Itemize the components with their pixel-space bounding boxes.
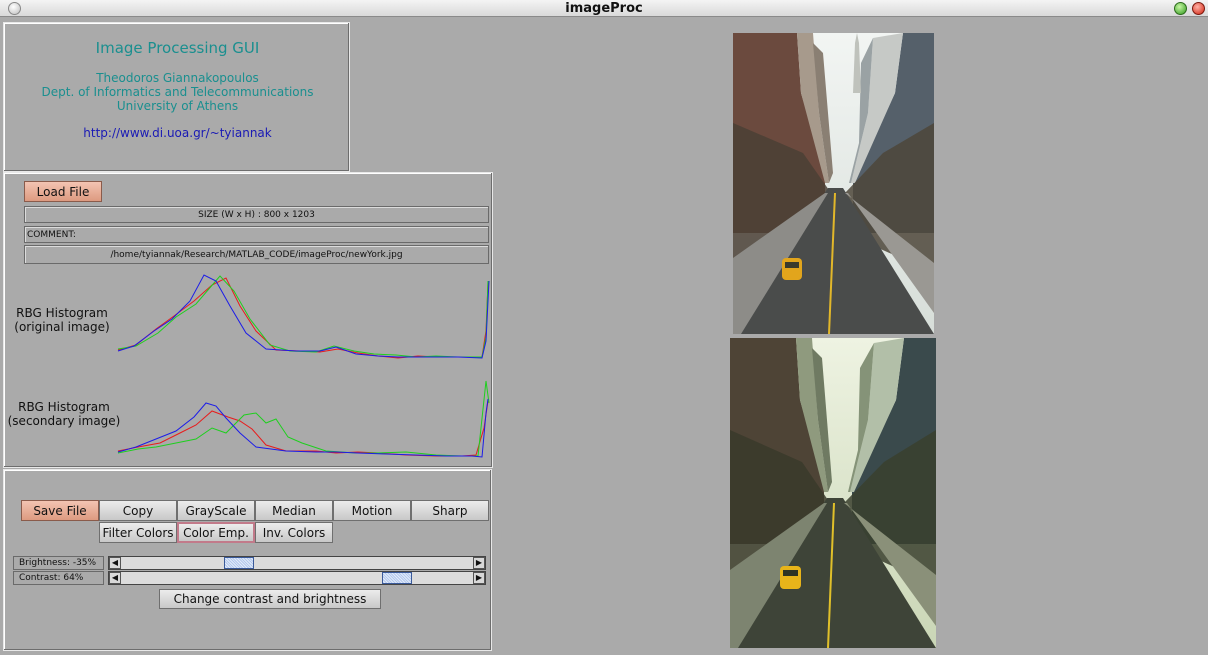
original-histogram-label-line1: RBG Histogram (16, 306, 108, 320)
brightness-decrease-arrow-icon[interactable]: ◀ (109, 557, 121, 569)
sharp-button[interactable]: Sharp (411, 500, 489, 521)
color-emphasis-button[interactable]: Color Emp. (177, 522, 255, 543)
invert-colors-button[interactable]: Inv. Colors (255, 522, 333, 543)
secondary-histogram-label-line2: (secondary image) (7, 414, 121, 428)
operations-panel: Save File Copy GrayScale Median Motion S… (3, 469, 492, 651)
contrast-slider[interactable]: ◀ ▶ (108, 571, 486, 585)
brightness-slider-thumb[interactable] (224, 557, 254, 569)
file-path-field: /home/tyiannak/Research/MATLAB_CODE/imag… (24, 245, 489, 264)
image-size-field: SIZE (W x H) : 800 x 1203 (24, 206, 489, 223)
secondary-histogram-red-line (117, 400, 489, 457)
secondary-histogram-label: RBG Histogram (secondary image) (6, 400, 122, 428)
info-panel: Image Processing GUI Theodoros Giannakop… (3, 22, 350, 172)
brightness-slider-track[interactable] (121, 557, 473, 569)
contrast-increase-arrow-icon[interactable]: ▶ (473, 572, 485, 584)
secondary-histogram-chart (117, 380, 490, 458)
contrast-label: Contrast: 64% (13, 571, 104, 585)
app-title: Image Processing GUI (95, 39, 260, 57)
maximize-icon[interactable] (1174, 2, 1187, 15)
author-url-link[interactable]: http://www.di.uoa.gr/~tyiannak (4, 126, 351, 140)
motion-button[interactable]: Motion (333, 500, 411, 521)
grayscale-button[interactable]: GrayScale (177, 500, 255, 521)
original-histogram-chart (117, 274, 490, 359)
university: University of Athens (116, 99, 239, 113)
secondary-histogram-label-line1: RBG Histogram (18, 400, 110, 414)
brightness-increase-arrow-icon[interactable]: ▶ (473, 557, 485, 569)
save-file-button[interactable]: Save File (21, 500, 99, 521)
contrast-slider-thumb[interactable] (382, 572, 412, 584)
window-title: imageProc (565, 1, 643, 16)
filter-colors-button[interactable]: Filter Colors (99, 522, 177, 543)
brightness-label: Brightness: -35% (13, 556, 104, 570)
original-image (733, 33, 934, 334)
file-panel: Load File SIZE (W x H) : 800 x 1203 COMM… (3, 172, 493, 468)
processed-image (730, 338, 936, 648)
contrast-slider-track[interactable] (121, 572, 473, 584)
secondary-histogram-green-line (117, 380, 490, 457)
brightness-slider[interactable]: ◀ ▶ (108, 556, 486, 570)
change-contrast-brightness-button[interactable]: Change contrast and brightness (159, 589, 381, 609)
secondary-histogram-blue-line (117, 398, 489, 458)
original-histogram-label: RBG Histogram (original image) (10, 306, 114, 334)
department: Dept. of Informatics and Telecommunicati… (41, 85, 314, 99)
author-name: Theodoros Giannakopoulos (96, 71, 259, 85)
contrast-decrease-arrow-icon[interactable]: ◀ (109, 572, 121, 584)
median-button[interactable]: Median (255, 500, 333, 521)
copy-button[interactable]: Copy (99, 500, 177, 521)
window-title-bar: imageProc (0, 0, 1208, 17)
close-icon[interactable] (1192, 2, 1205, 15)
original-histogram-label-line2: (original image) (14, 320, 110, 334)
comment-field: COMMENT: (24, 226, 489, 243)
load-file-button[interactable]: Load File (24, 181, 102, 202)
